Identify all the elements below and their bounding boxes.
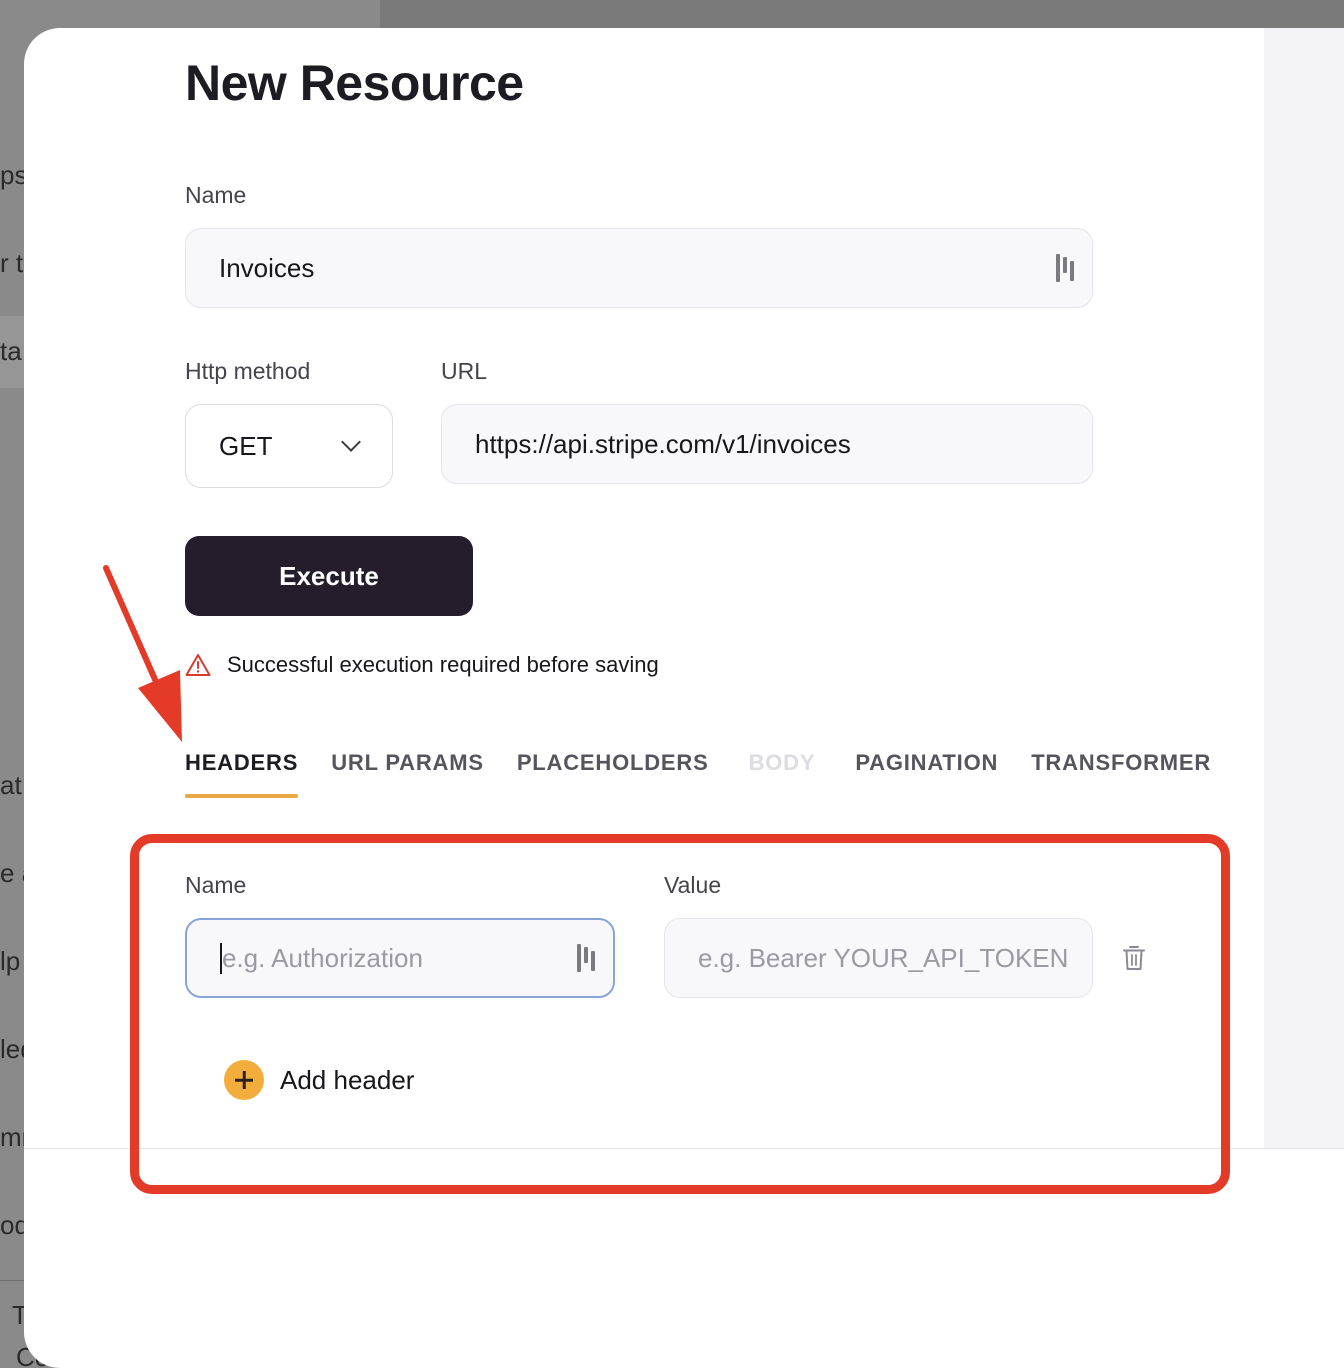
tab-placeholders[interactable]: PLACEHOLDERS bbox=[517, 750, 709, 798]
chevron-down-icon bbox=[341, 432, 361, 452]
execute-button[interactable]: Execute bbox=[185, 536, 473, 616]
http-method-label: Http method bbox=[185, 358, 311, 384]
annotation-arrow-icon bbox=[103, 565, 182, 742]
background-sidebar-text: ta bbox=[0, 336, 22, 366]
name-value: Invoices bbox=[219, 252, 315, 283]
tab-pagination[interactable]: PAGINATION bbox=[855, 750, 998, 798]
url-value: https://api.stripe.com/v1/invoices bbox=[475, 428, 851, 459]
modal-side-panel bbox=[1264, 28, 1344, 1148]
tab-url-params[interactable]: URL PARAMS bbox=[331, 750, 484, 798]
name-label: Name bbox=[185, 182, 247, 208]
page-title: New Resource bbox=[185, 55, 524, 111]
tab-bar: HEADERS URL PARAMS PLACEHOLDERS BODY PAG… bbox=[185, 750, 1244, 798]
warning-message: Successful execution required before sav… bbox=[185, 652, 659, 678]
http-method-select[interactable]: GET bbox=[185, 404, 393, 488]
background-sidebar-text: at bbox=[0, 770, 22, 800]
url-label: URL bbox=[441, 358, 488, 384]
url-field[interactable]: https://api.stripe.com/v1/invoices bbox=[441, 404, 1093, 484]
annotation-highlight-box bbox=[130, 834, 1230, 1194]
tab-headers[interactable]: HEADERS bbox=[185, 750, 299, 798]
tab-transformer[interactable]: TRANSFORMER bbox=[1031, 750, 1211, 798]
variable-icon[interactable] bbox=[1056, 252, 1080, 284]
http-method-value: GET bbox=[219, 430, 273, 461]
name-field[interactable]: Invoices bbox=[185, 228, 1093, 308]
warning-text: Successful execution required before sav… bbox=[227, 652, 659, 677]
background-sidebar-text: lp bbox=[0, 946, 21, 976]
tab-body: BODY bbox=[748, 750, 816, 775]
